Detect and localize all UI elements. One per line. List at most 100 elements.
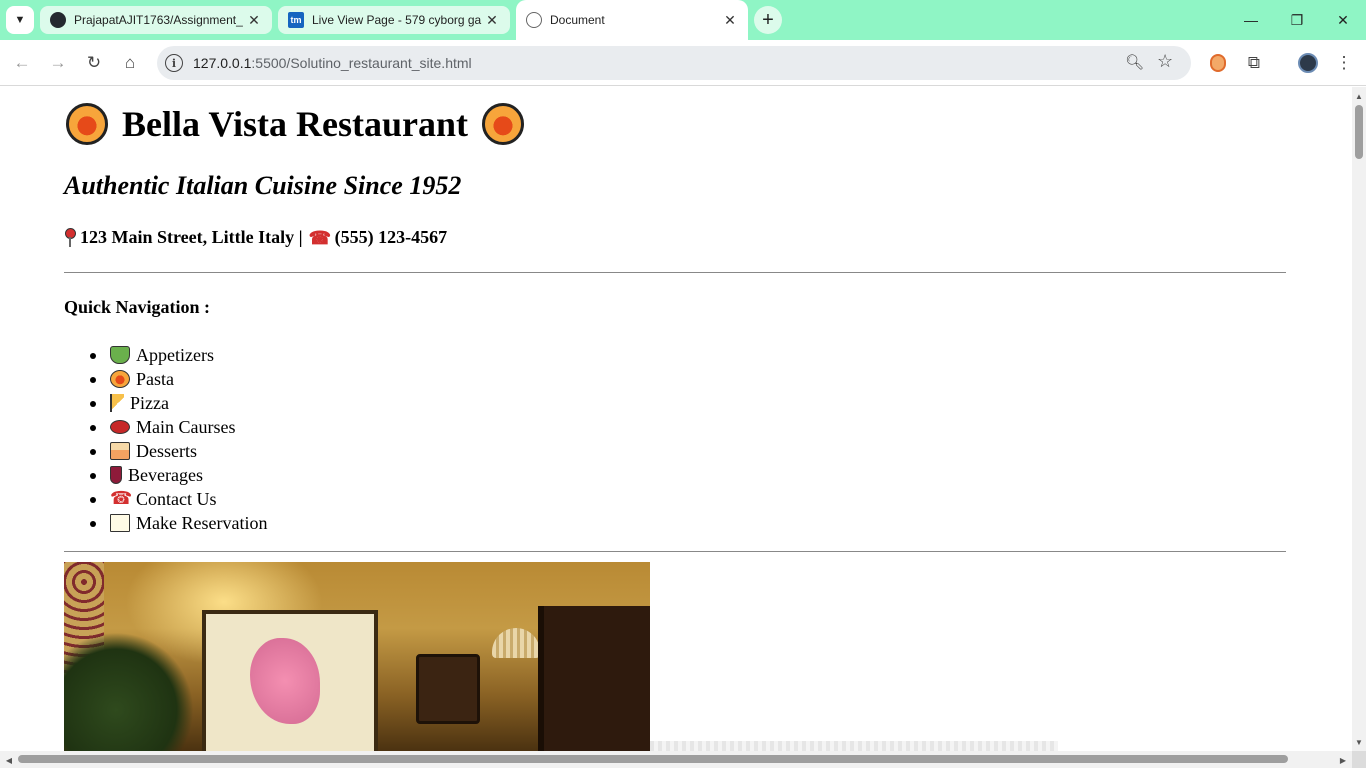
tab-title: Document: [550, 13, 605, 27]
salad-icon: [110, 346, 130, 364]
zoom-icon[interactable]: 🔍︎: [1125, 53, 1144, 71]
menu-button[interactable]: ⋮: [1330, 49, 1358, 77]
browser-toolbar: ← → ↻ ⌂ i 127.0.0.1:5500/Solutino_restau…: [0, 40, 1366, 86]
close-icon: ✕: [1337, 11, 1349, 28]
wall-shelf: [416, 654, 480, 724]
cake-icon: [110, 442, 130, 460]
new-tab-button[interactable]: +: [754, 6, 782, 34]
reload-icon: ↻: [86, 53, 102, 72]
nav-item-label: Pasta: [136, 368, 174, 389]
nav-item-label: Contact Us: [136, 488, 217, 509]
arrow-right-icon: →: [49, 53, 67, 72]
restaurant-interior-photo: [64, 562, 650, 751]
nav-item-main-courses[interactable]: Main Caurses: [64, 415, 267, 439]
tab-title: Live View Page - 579 cyborg ga: [312, 13, 482, 27]
bookmark-star-icon[interactable]: ☆: [1157, 51, 1173, 72]
nav-item-label: Desserts: [136, 440, 197, 461]
flower-painting: [250, 638, 320, 724]
vertical-scrollbar[interactable]: ▲ ▼: [1352, 87, 1366, 751]
extension-app-icon: [1210, 54, 1226, 72]
nav-item-label: Pizza: [130, 392, 169, 413]
horizontal-scrollbar[interactable]: ◀ ▶: [0, 751, 1352, 768]
nav-item-label: Main Caurses: [136, 416, 236, 437]
url-text[interactable]: 127.0.0.1:5500/Solutino_restaurant_site.…: [193, 55, 472, 71]
minimize-button[interactable]: —: [1228, 0, 1274, 40]
page-viewport: Bella Vista Restaurant Authentic Italian…: [0, 87, 1352, 751]
vertical-scroll-thumb[interactable]: [1355, 105, 1363, 159]
avatar: [1298, 53, 1318, 73]
scroll-up-icon[interactable]: ▲: [1352, 89, 1366, 103]
close-icon[interactable]: ✕: [722, 12, 738, 29]
nav-item-pasta[interactable]: Pasta: [64, 367, 267, 391]
pendant-lamp: [492, 628, 540, 658]
pizza-icon: [110, 394, 124, 412]
nav-item-pizza[interactable]: Pizza: [64, 391, 267, 415]
plus-icon: +: [762, 8, 774, 31]
wall-painting: [202, 610, 378, 751]
nav-item-label: Appetizers: [136, 344, 214, 365]
tab-search-button[interactable]: ▼: [6, 6, 34, 34]
profile-button[interactable]: [1294, 49, 1322, 77]
scroll-right-icon[interactable]: ▶: [1336, 753, 1350, 767]
tab-live-view[interactable]: tm Live View Page - 579 cyborg ga ✕: [278, 6, 510, 34]
phone-text: (555) 123-4567: [334, 227, 448, 247]
arrow-left-icon: ←: [13, 53, 31, 72]
divider: [64, 272, 1286, 273]
nav-item-beverages[interactable]: Beverages: [64, 463, 267, 487]
bookshelf: [538, 606, 650, 751]
url-host: 127.0.0.1: [193, 55, 252, 71]
restore-button[interactable]: ❐: [1274, 0, 1320, 40]
home-icon: ⌂: [124, 53, 136, 72]
quick-nav-heading: Quick Navigation :: [64, 297, 211, 317]
tm-icon: tm: [288, 12, 304, 28]
globe-icon: [526, 12, 542, 28]
address-text: 123 Main Street, Little Italy |: [80, 227, 303, 247]
nav-item-appetizers[interactable]: Appetizers: [64, 343, 267, 367]
home-button[interactable]: ⌂: [116, 49, 144, 77]
back-button[interactable]: ←: [8, 49, 36, 77]
close-icon[interactable]: ✕: [484, 12, 500, 29]
close-window-button[interactable]: ✕: [1320, 0, 1366, 40]
pushpin-icon: [64, 227, 76, 248]
forward-button[interactable]: →: [44, 49, 72, 77]
nav-item-label: Make Reservation: [136, 512, 268, 533]
tab-title: PrajapatAJIT1763/Assignment_: [74, 13, 243, 27]
extensions-menu-button[interactable]: ⧉: [1240, 49, 1268, 77]
plant: [64, 632, 194, 751]
restore-icon: ❐: [1290, 11, 1304, 28]
puzzle-icon: ⧉: [1247, 53, 1261, 72]
url-path: :5500/Solutino_restaurant_site.html: [251, 55, 472, 71]
tab-github[interactable]: PrajapatAJIT1763/Assignment_ ✕: [40, 6, 272, 34]
nav-item-contact[interactable]: ☎ Contact Us: [64, 487, 267, 511]
close-icon[interactable]: ✕: [246, 12, 262, 29]
nav-item-desserts[interactable]: Desserts: [64, 439, 267, 463]
github-icon: [50, 12, 66, 28]
spaghetti-icon: [482, 103, 524, 145]
reload-button[interactable]: ↻: [80, 49, 108, 77]
extension-button[interactable]: [1204, 49, 1232, 77]
site-info-icon[interactable]: i: [165, 54, 183, 72]
spaghetti-icon: [110, 370, 130, 388]
memo-icon: [110, 514, 130, 532]
minimize-icon: —: [1244, 12, 1258, 28]
nav-item-reservation[interactable]: Make Reservation: [64, 511, 267, 535]
scroll-left-icon[interactable]: ◀: [2, 753, 16, 767]
telephone-icon: ☎: [110, 488, 133, 509]
chevron-down-icon: ▼: [14, 14, 26, 26]
telephone-icon: ☎: [308, 227, 332, 248]
tagline: Authentic Italian Cuisine Since 1952: [64, 171, 462, 200]
scrollbar-corner: [1352, 751, 1366, 768]
horizontal-scroll-thumb[interactable]: [18, 755, 1288, 763]
quick-nav-list: Appetizers Pasta Pizza Main Caurses Dess…: [64, 343, 267, 535]
address-bar[interactable]: i 127.0.0.1:5500/Solutino_restaurant_sit…: [157, 46, 1191, 80]
restaurant-name: Bella Vista Restaurant: [122, 104, 468, 144]
scroll-down-icon[interactable]: ▼: [1352, 735, 1366, 749]
tab-document[interactable]: Document ✕: [516, 0, 748, 40]
more-vert-icon: ⋮: [1335, 53, 1353, 72]
tab-strip: ▼ PrajapatAJIT1763/Assignment_ ✕ tm Live…: [0, 0, 1366, 40]
image-placeholder-strip: [650, 741, 1058, 751]
meat-icon: [110, 420, 130, 434]
divider: [64, 551, 1286, 552]
wine-glass-icon: [110, 466, 122, 484]
contact-line: 123 Main Street, Little Italy | ☎ (555) …: [64, 227, 447, 248]
